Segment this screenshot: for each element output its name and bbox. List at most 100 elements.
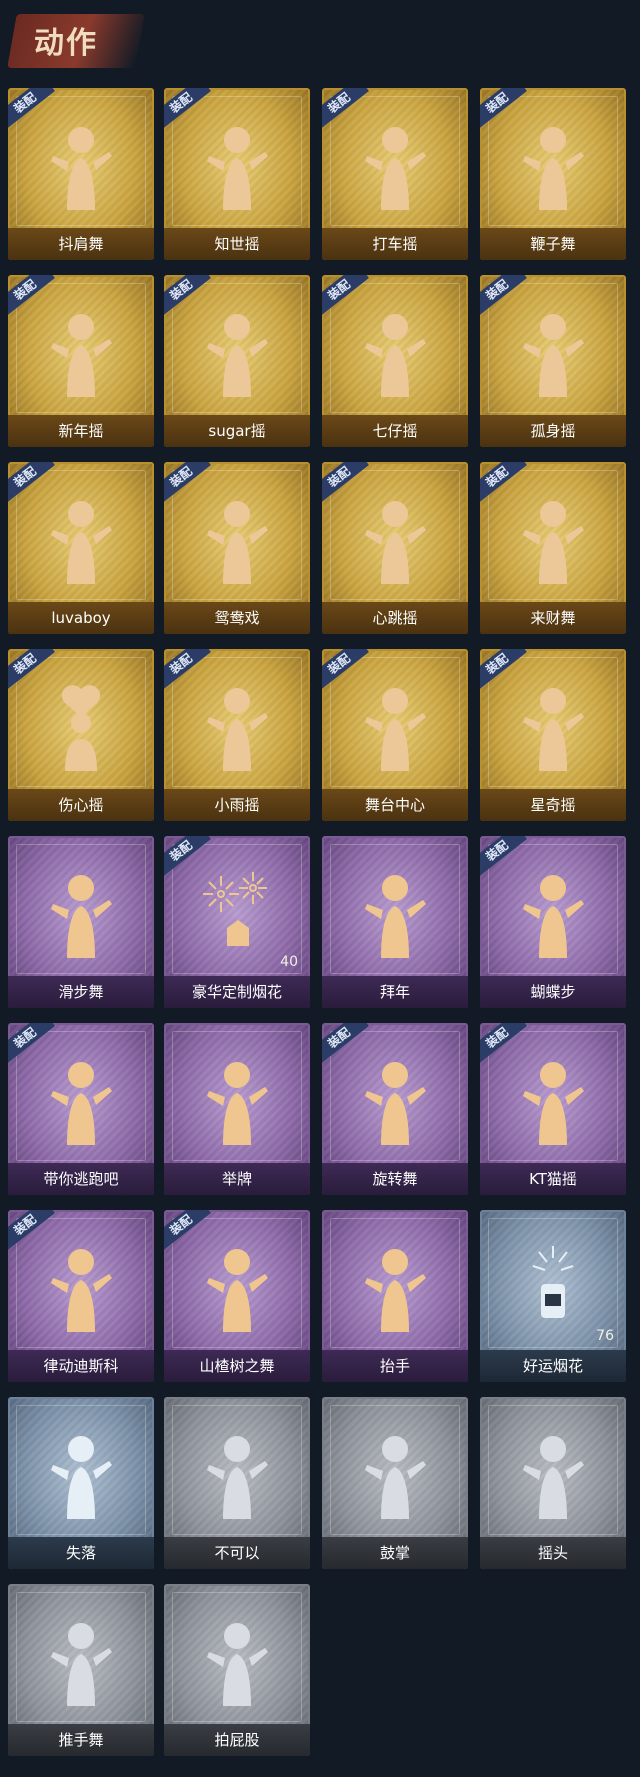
- emote-card[interactable]: 装配 旋转舞: [322, 1023, 468, 1195]
- dancer-figure-icon: [515, 118, 591, 214]
- emote-label: KT猫摇: [480, 1163, 626, 1195]
- emote-card[interactable]: 装配 伤心摇: [8, 649, 154, 821]
- emote-card[interactable]: 滑步舞: [8, 836, 154, 1008]
- dancer-figure-icon: [515, 1053, 591, 1149]
- dancer-figure-icon: [199, 679, 275, 775]
- emote-card[interactable]: 装配 山楂树之舞: [164, 1210, 310, 1382]
- emote-label: 伤心摇: [8, 789, 154, 821]
- emote-card[interactable]: 装配 打车摇: [322, 88, 468, 260]
- emote-label: 心跳摇: [322, 602, 468, 634]
- emote-card[interactable]: 抬手: [322, 1210, 468, 1382]
- emote-label: 滑步舞: [8, 976, 154, 1008]
- emote-card[interactable]: 装配 新年摇: [8, 275, 154, 447]
- emote-label: 推手舞: [8, 1724, 154, 1756]
- emote-card[interactable]: 装配 来财舞: [480, 462, 626, 634]
- emote-card[interactable]: 装配 律动迪斯科: [8, 1210, 154, 1382]
- dancer-figure-icon: [199, 492, 275, 588]
- emote-card[interactable]: 装配 sugar摇: [164, 275, 310, 447]
- bowing-figure-icon: [357, 866, 433, 962]
- emote-label: 来财舞: [480, 602, 626, 634]
- emote-label: 拜年: [322, 976, 468, 1008]
- emote-grid: 装配 抖肩舞 装配 知世摇 装配 打车摇 装配 鞭子舞 装配 新年摇 装配 sugar摇 装配 七仔摇 装配…: [0, 0, 640, 1777]
- emote-card[interactable]: 装配 鞭子舞: [480, 88, 626, 260]
- dancer-figure-icon: [357, 305, 433, 401]
- emote-label: 举牌: [164, 1163, 310, 1195]
- emote-label: 知世摇: [164, 228, 310, 260]
- emote-card[interactable]: 装配 知世摇: [164, 88, 310, 260]
- dancer-figure-icon: [43, 866, 119, 962]
- clapping-hands-icon: [357, 1427, 433, 1523]
- dancer-figure-icon: [199, 1240, 275, 1336]
- dancer-figure-icon: [43, 118, 119, 214]
- emote-card[interactable]: 76 好运烟花: [480, 1210, 626, 1382]
- emote-label: sugar摇: [164, 415, 310, 447]
- dancer-figure-icon: [357, 492, 433, 588]
- emote-label: 抬手: [322, 1350, 468, 1382]
- item-count: 40: [280, 954, 298, 970]
- dancer-figure-icon: [515, 492, 591, 588]
- emote-label: 鞭子舞: [480, 228, 626, 260]
- emote-card[interactable]: 装配 舞台中心: [322, 649, 468, 821]
- emote-label: 失落: [8, 1537, 154, 1569]
- dancer-figure-icon: [515, 679, 591, 775]
- dancer-figure-icon: [515, 305, 591, 401]
- emote-label: 豪华定制烟花: [164, 976, 310, 1008]
- emote-label: 星奇摇: [480, 789, 626, 821]
- item-count: 76: [596, 1328, 614, 1344]
- emote-card[interactable]: 装配 带你逃跑吧: [8, 1023, 154, 1195]
- dancer-figure-icon: [43, 305, 119, 401]
- emote-label: 鸳鸯戏: [164, 602, 310, 634]
- emote-card[interactable]: 不可以: [164, 1397, 310, 1569]
- dancer-figure-icon: [43, 1053, 119, 1149]
- fireworks-box-icon: [199, 866, 275, 962]
- emote-label: 新年摇: [8, 415, 154, 447]
- emote-label: 拍屁股: [164, 1724, 310, 1756]
- emote-label: luvaboy: [8, 602, 154, 634]
- emote-card[interactable]: 装配 luvaboy: [8, 462, 154, 634]
- emote-label: 摇头: [480, 1537, 626, 1569]
- finger-wag-icon: [199, 1427, 275, 1523]
- heart-hands-figure-icon: [43, 679, 119, 775]
- emote-card[interactable]: 装配 七仔摇: [322, 275, 468, 447]
- dancer-figure-icon: [199, 305, 275, 401]
- emote-card[interactable]: 装配 40 豪华定制烟花: [164, 836, 310, 1008]
- emote-label: 好运烟花: [480, 1350, 626, 1382]
- emote-label: 七仔摇: [322, 415, 468, 447]
- emote-label: 舞台中心: [322, 789, 468, 821]
- emote-card[interactable]: 装配 星奇摇: [480, 649, 626, 821]
- emote-card[interactable]: 装配 抖肩舞: [8, 88, 154, 260]
- sign-holding-figure-icon: [199, 1053, 275, 1149]
- dancer-figure-icon: [199, 118, 275, 214]
- dancer-figure-icon: [357, 118, 433, 214]
- emote-label: 抖肩舞: [8, 228, 154, 260]
- emote-label: 带你逃跑吧: [8, 1163, 154, 1195]
- emote-card[interactable]: 失落: [8, 1397, 154, 1569]
- emote-card[interactable]: 举牌: [164, 1023, 310, 1195]
- emote-card[interactable]: 装配 KT猫摇: [480, 1023, 626, 1195]
- emote-card[interactable]: 拜年: [322, 836, 468, 1008]
- emote-label: 蝴蝶步: [480, 976, 626, 1008]
- emote-card[interactable]: 装配 鸳鸯戏: [164, 462, 310, 634]
- raise-hand-figure-icon: [357, 1240, 433, 1336]
- emote-card[interactable]: 鼓掌: [322, 1397, 468, 1569]
- emote-card[interactable]: 装配 心跳摇: [322, 462, 468, 634]
- emote-card[interactable]: 摇头: [480, 1397, 626, 1569]
- head-shake-figure-icon: [515, 1427, 591, 1523]
- emote-card[interactable]: 推手舞: [8, 1584, 154, 1756]
- emote-card[interactable]: 装配 蝴蝶步: [480, 836, 626, 1008]
- emote-card[interactable]: 拍屁股: [164, 1584, 310, 1756]
- push-hands-figure-icon: [43, 1614, 119, 1710]
- spinning-figure-icon: [357, 1053, 433, 1149]
- emote-label: 小雨摇: [164, 789, 310, 821]
- emote-card[interactable]: 装配 孤身摇: [480, 275, 626, 447]
- emote-card[interactable]: 装配 小雨摇: [164, 649, 310, 821]
- emote-label: 旋转舞: [322, 1163, 468, 1195]
- emote-label: 不可以: [164, 1537, 310, 1569]
- crawling-figure-icon: [43, 1427, 119, 1523]
- disco-figure-icon: [43, 1240, 119, 1336]
- emote-label: 律动迪斯科: [8, 1350, 154, 1382]
- dancer-figure-icon: [357, 679, 433, 775]
- dancer-figure-icon: [43, 492, 119, 588]
- emote-label: 打车摇: [322, 228, 468, 260]
- dancer-figure-icon: [515, 866, 591, 962]
